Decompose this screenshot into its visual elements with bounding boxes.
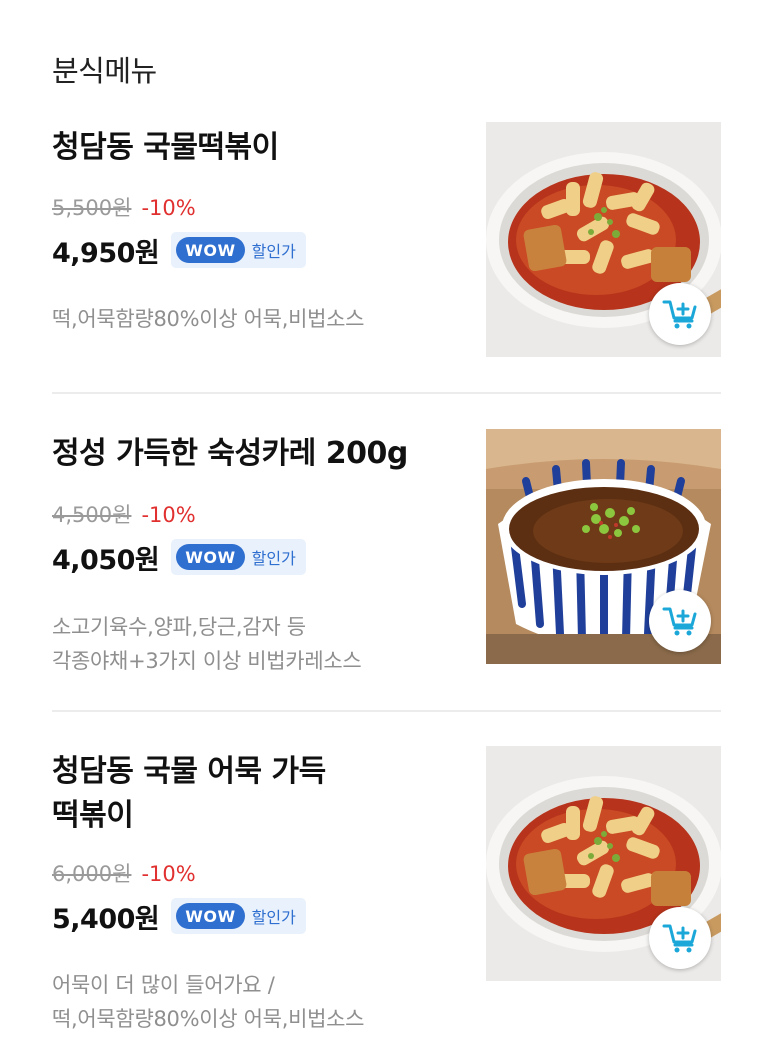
original-price: 5,500원 <box>52 196 132 220</box>
discount-rate: -10% <box>141 196 196 220</box>
price-original-row: 6,000원 -10% <box>52 860 196 888</box>
wow-label: WOW <box>176 903 245 929</box>
description-line: 어묵이 더 많이 들어가요 / <box>52 973 275 997</box>
wow-badge: WOW 할인가 <box>171 232 306 268</box>
price-row: 4,950원 WOW 할인가 <box>52 230 306 270</box>
wow-badge: WOW 할인가 <box>171 898 306 934</box>
wow-label: WOW <box>176 544 245 570</box>
divider <box>52 392 721 394</box>
item-description: 떡,어묵함량80%이상 어묵,비법소스 <box>52 302 364 336</box>
add-to-cart-icon <box>662 300 697 329</box>
item-name[interactable]: 청담동 국물떡볶이 <box>52 126 452 170</box>
item-name-line: 청담동 국물 어묵 가득 <box>52 754 326 789</box>
description-line: 떡,어묵함량80%이상 어묵,비법소스 <box>52 307 365 331</box>
item-image-curry[interactable] <box>486 429 721 664</box>
wow-badge: WOW 할인가 <box>171 539 306 575</box>
discount-rate: -10% <box>141 503 196 527</box>
divider <box>52 710 721 712</box>
add-to-cart-button[interactable] <box>649 283 711 345</box>
add-to-cart-icon <box>662 607 697 636</box>
price-original-row: 4,500원 -10% <box>52 501 196 529</box>
description-line: 각종야채+3가지 이상 비법카레소스 <box>52 649 362 673</box>
wow-discount-text: 할인가 <box>251 549 296 568</box>
wow-discount-text: 할인가 <box>251 908 296 927</box>
original-price: 6,000원 <box>52 862 132 886</box>
item-name-line: 떡볶이 <box>52 798 134 833</box>
add-to-cart-button[interactable] <box>649 590 711 652</box>
wow-label: WOW <box>176 237 245 263</box>
price-original-row: 5,500원 -10% <box>52 194 196 222</box>
item-name[interactable]: 정성 가득한 숙성카레 200g <box>52 432 452 476</box>
price-row: 5,400원 WOW 할인가 <box>52 896 306 936</box>
sale-price: 4,050원 <box>52 544 160 576</box>
wow-discount-text: 할인가 <box>251 242 296 261</box>
discount-rate: -10% <box>141 862 196 886</box>
add-to-cart-icon <box>662 924 697 953</box>
item-image-tteokbokki[interactable] <box>486 746 721 981</box>
section-title: 분식메뉴 <box>52 54 157 88</box>
original-price: 4,500원 <box>52 503 132 527</box>
item-description: 어묵이 더 많이 들어가요 / 떡,어묵함량80%이상 어묵,비법소스 <box>52 968 364 1036</box>
sale-price: 5,400원 <box>52 903 160 935</box>
item-name[interactable]: 청담동 국물 어묵 가득 떡볶이 <box>52 750 452 838</box>
description-line: 소고기육수,양파,당근,감자 등 <box>52 615 306 639</box>
add-to-cart-button[interactable] <box>649 907 711 969</box>
price-row: 4,050원 WOW 할인가 <box>52 537 306 577</box>
sale-price: 4,950원 <box>52 237 160 269</box>
item-image-tteokbokki[interactable] <box>486 122 721 357</box>
item-description: 소고기육수,양파,당근,감자 등 각종야채+3가지 이상 비법카레소스 <box>52 610 362 678</box>
description-line: 떡,어묵함량80%이상 어묵,비법소스 <box>52 1007 365 1031</box>
